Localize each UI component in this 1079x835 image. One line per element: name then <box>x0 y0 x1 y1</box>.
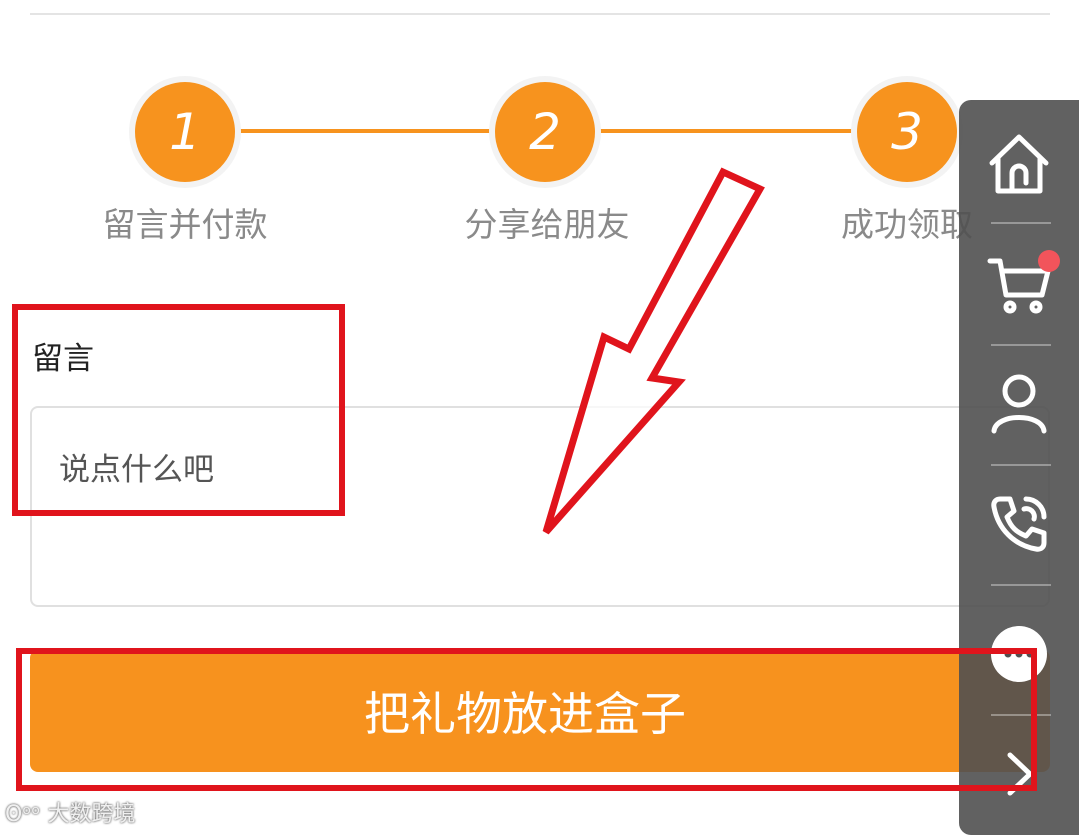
annotation-arrow <box>542 167 765 535</box>
watermark-text: 大数跨境 <box>47 802 136 827</box>
watermark: ʘᵒᵒ 大数跨境 <box>5 796 136 828</box>
watermark-logo-icon: ʘᵒᵒ <box>5 802 48 827</box>
